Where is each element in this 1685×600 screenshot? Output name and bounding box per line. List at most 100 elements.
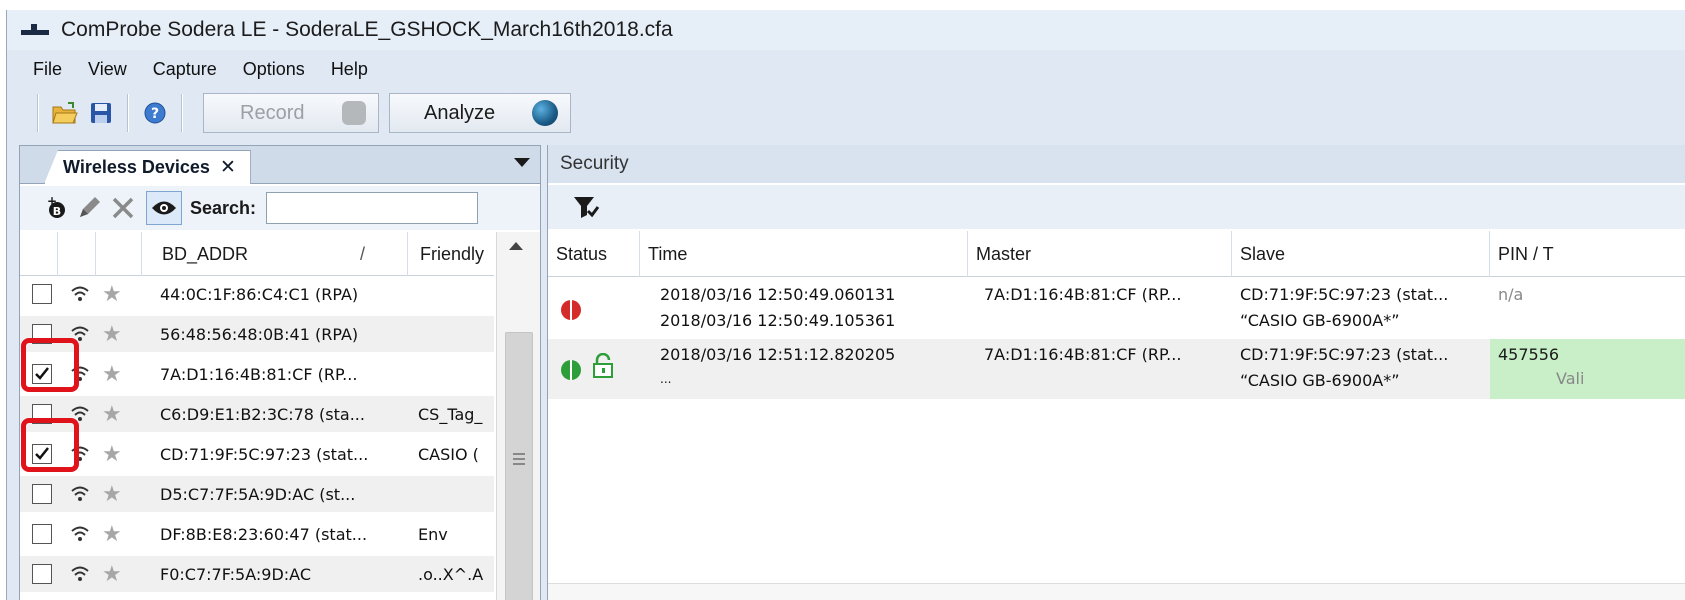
panel-dropdown-icon[interactable] (514, 158, 530, 167)
pin-value: 457556 (1498, 345, 1560, 364)
master-addr: 7A:D1:16:4B:81:CF (RP... (984, 285, 1182, 304)
status-failed-icon (561, 300, 581, 320)
search-input[interactable] (266, 192, 479, 224)
header-status-label: Status (556, 243, 608, 264)
scroll-up-icon[interactable] (509, 242, 523, 250)
devices-table: BD_ADDR / Friendly ★ 44:0C:1F:86:C4:C1 (R… (20, 232, 540, 600)
menu-capture[interactable]: Capture (153, 59, 217, 80)
slave-name: “CASIO GB-6900A*” (1240, 311, 1400, 330)
header-status[interactable]: Status (548, 231, 640, 277)
device-row[interactable]: ★ D5:C7:7F:5A:9D:AC (st... (20, 476, 494, 512)
slave-name: “CASIO GB-6900A*” (1240, 371, 1400, 390)
header-friendly[interactable]: Friendly (408, 232, 494, 276)
header-bd-addr[interactable]: BD_ADDR (142, 232, 408, 276)
analyze-button[interactable]: Analyze (389, 93, 571, 133)
header-friendly-label: Friendly (420, 243, 485, 264)
menu-view[interactable]: View (88, 59, 127, 80)
signal-icon (71, 526, 89, 541)
device-row[interactable]: ★ 56:48:56:48:0B:41 (RPA) (20, 316, 494, 352)
close-icon[interactable]: ✕ (220, 156, 236, 179)
header-fav-col (96, 232, 142, 276)
pin-valid-cell: 457556 Vali (1490, 339, 1685, 399)
header-time-label: Time (648, 243, 688, 264)
device-friendly-name: CS_Tag_ (418, 404, 483, 424)
favorite-star-icon[interactable]: ★ (102, 441, 122, 467)
filter-icon[interactable] (572, 193, 600, 221)
scroll-thumb[interactable] (505, 332, 533, 600)
header-slave[interactable]: Slave (1232, 231, 1490, 277)
time-end: ... (660, 372, 672, 386)
highlight-box (21, 338, 79, 392)
device-checkbox[interactable] (32, 484, 52, 504)
favorite-star-icon[interactable]: ★ (102, 521, 122, 547)
menu-options[interactable]: Options (243, 59, 305, 80)
delete-icon[interactable] (110, 195, 136, 221)
device-row[interactable]: ★ F0:C7:7F:5A:9D:AC .o..X^.A (20, 556, 494, 592)
header-signal-col (58, 232, 96, 276)
device-row[interactable]: ★ 44:0C:1F:86:C4:C1 (RPA) (20, 276, 494, 312)
tab-wireless-devices[interactable]: Wireless Devices ✕ (44, 150, 251, 184)
open-folder-icon[interactable] (50, 98, 80, 128)
time-end: 2018/03/16 12:50:49.105361 (660, 311, 896, 330)
security-panel: Security Status Time Master Slave PIN / … (547, 145, 1685, 600)
device-bd-addr: 56:48:56:48:0B:41 (RPA) (160, 324, 359, 344)
device-bd-addr: 44:0C:1F:86:C4:C1 (RPA) (160, 284, 359, 304)
device-friendly-name: Env (418, 524, 448, 544)
menu-help[interactable]: Help (331, 59, 368, 80)
svg-text:?: ? (151, 106, 159, 122)
device-row[interactable]: ★ DF:8B:E8:23:60:47 (stat... Env (20, 516, 494, 552)
security-hscrollbar[interactable] (548, 583, 1685, 600)
devices-tab-bar: Wireless Devices ✕ (20, 146, 540, 184)
security-table-header: Status Time Master Slave PIN / T (548, 231, 1685, 277)
signal-icon (71, 486, 89, 501)
device-bd-addr: 7A:D1:16:4B:81:CF (RP... (160, 364, 358, 384)
device-bd-addr: F0:C7:7F:5A:9D:AC (160, 564, 312, 584)
device-checkbox[interactable] (32, 284, 52, 304)
table-row[interactable]: 2018/03/16 12:50:49.060131 2018/03/16 12… (548, 279, 1685, 339)
svg-text:+: + (47, 195, 57, 208)
device-row[interactable]: ★ 7A:D1:16:4B:81:CF (RP... (20, 356, 494, 392)
app-logo-icon (19, 20, 55, 40)
window-title: ComProbe Sodera LE - SoderaLE_GSHOCK_Mar… (61, 18, 673, 41)
eye-icon (152, 201, 176, 215)
menu-file[interactable]: File (33, 59, 62, 80)
device-checkbox[interactable] (32, 564, 52, 584)
header-pin-label: PIN / T (1498, 243, 1554, 264)
device-bd-addr: CD:71:9F:5C:97:23 (stat... (160, 444, 369, 464)
menu-bar: File View Capture Options Help (7, 54, 394, 84)
favorite-star-icon[interactable]: ★ (102, 481, 122, 507)
show-hidden-toggle[interactable] (146, 191, 182, 225)
header-master[interactable]: Master (968, 231, 1232, 277)
header-bd-addr-label: BD_ADDR (162, 243, 249, 264)
header-slave-label: Slave (1240, 243, 1286, 264)
edit-pencil-icon[interactable] (76, 195, 102, 221)
record-button[interactable]: Record (203, 93, 379, 133)
unlocked-icon (593, 353, 613, 378)
header-pin[interactable]: PIN / T (1490, 231, 1685, 277)
favorite-star-icon[interactable]: ★ (102, 561, 122, 587)
favorite-star-icon[interactable]: ★ (102, 361, 122, 387)
devices-scrollbar[interactable] (496, 232, 540, 600)
security-table: Status Time Master Slave PIN / T 2018/03… (548, 231, 1685, 600)
favorite-star-icon[interactable]: ★ (102, 321, 122, 347)
save-icon[interactable] (86, 98, 116, 128)
device-bd-addr: C6:D9:E1:B2:3C:78 (sta... (160, 404, 365, 424)
help-icon[interactable]: ? (140, 98, 170, 128)
tab-label: Wireless Devices (63, 157, 210, 177)
device-row[interactable]: ★ C6:D9:E1:B2:3C:78 (sta... CS_Tag_ (20, 396, 494, 432)
wireless-devices-panel: Wireless Devices ✕ B + Search: BD_ADDR /… (19, 145, 541, 600)
header-time[interactable]: Time (640, 231, 968, 277)
device-checkbox[interactable] (32, 524, 52, 544)
analyze-globe-icon (532, 100, 558, 126)
device-row[interactable]: ★ CD:71:9F:5C:97:23 (stat... CASIO ( (20, 436, 494, 472)
highlight-box (21, 418, 79, 472)
favorite-star-icon[interactable]: ★ (102, 401, 122, 427)
toolbar-separator (37, 94, 39, 132)
signal-icon (71, 566, 89, 581)
record-indicator-icon (342, 101, 366, 125)
time-start: 2018/03/16 12:50:49.060131 (660, 285, 896, 304)
add-device-icon[interactable]: B + (42, 195, 68, 221)
table-row[interactable]: 2018/03/16 12:51:12.820205 ... 7A:D1:16:… (548, 339, 1685, 399)
favorite-star-icon[interactable]: ★ (102, 281, 122, 307)
devices-table-header: BD_ADDR / Friendly (20, 232, 494, 276)
